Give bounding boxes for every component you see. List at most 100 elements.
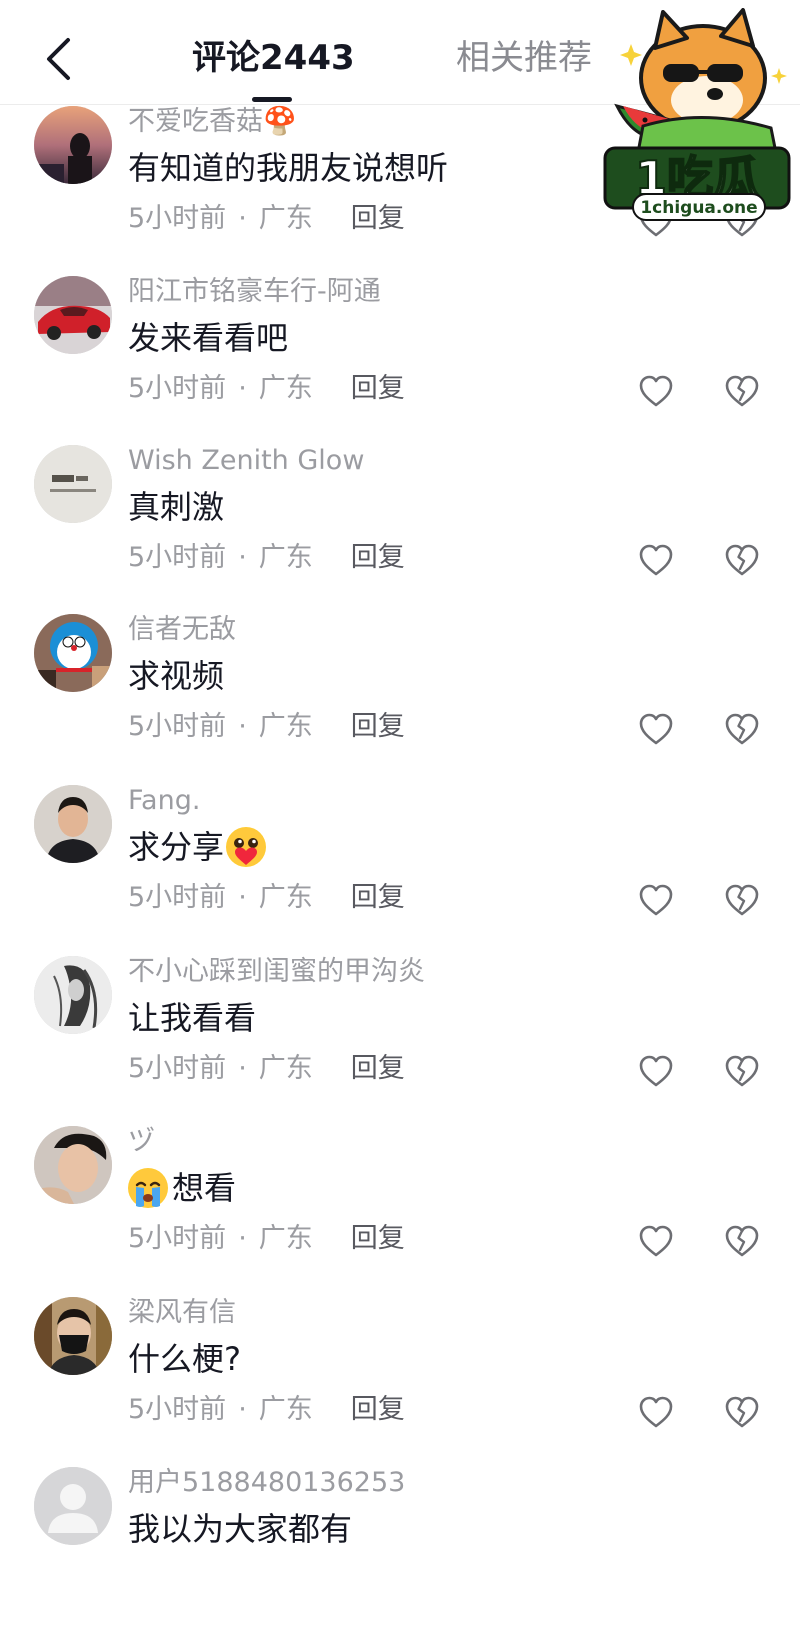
avatar[interactable] [34,956,112,1034]
comment-meta: 5小时前 · 广东 回复 [128,707,405,747]
comment-username[interactable]: 不小心踩到闺蜜的甲沟炎 [128,953,425,991]
reply-button[interactable]: 回复 [351,199,405,239]
avatar[interactable] [34,276,112,354]
comment-text: 有知道的我朋友说想听 [128,149,449,187]
comment-username[interactable]: 不爱吃香菇🍄 [128,103,297,141]
broken-heart-icon[interactable] [722,1392,762,1432]
comment-location: 广东 [258,1394,313,1425]
watermark-logo: 1吃瓜 1chigua.one [603,8,793,228]
reply-button[interactable]: 回复 [351,369,405,409]
comment-meta: 5小时前 · 广东 回复 [128,1049,405,1089]
comment-location: 广东 [258,882,313,913]
comment-list: 不爱吃香菇🍄 有知道的我朋友说想听 5小时前 · 广东 回复 阳江市铭豪车行-阿… [0,0,800,1548]
watermark-url-text: 1chigua.one [640,198,757,218]
avatar[interactable] [34,614,112,692]
comment-item: 用户5188480136253 我以为大家都有 [0,1464,800,1634]
comment-time: 5小时前 [128,373,227,404]
meta-separator: · [238,373,247,404]
reply-button[interactable]: 回复 [351,1049,405,1089]
avatar[interactable] [34,106,112,184]
meta-separator: · [238,1053,247,1084]
heart-outline-icon[interactable] [636,371,676,411]
heart-outline-icon[interactable] [636,1051,676,1091]
tab-related[interactable]: 相关推荐 [456,34,592,82]
comment-location: 广东 [258,711,313,742]
comment-text: 我以为大家都有 [128,1510,353,1548]
comment-username[interactable]: 用户5188480136253 [128,1464,405,1502]
avatar[interactable] [34,1467,112,1545]
comment-username[interactable]: 阳江市铭豪车行-阿通 [128,273,381,311]
reply-button[interactable]: 回复 [351,878,405,918]
heart-outline-icon[interactable] [636,709,676,749]
avatar[interactable] [34,445,112,523]
reply-button[interactable]: 回复 [351,1390,405,1430]
comment-username[interactable]: Wish Zenith Glow [128,442,364,480]
meta-separator: · [238,1223,247,1254]
reply-button[interactable]: 回复 [351,707,405,747]
avatar[interactable] [34,785,112,863]
meta-separator: · [238,1394,247,1425]
active-tab-indicator [252,97,292,102]
comment-meta: 5小时前 · 广东 回复 [128,1390,405,1430]
heart-outline-icon[interactable] [636,1221,676,1261]
chevron-left-icon[interactable] [38,36,78,82]
tab-comments[interactable]: 评论2443 [192,34,355,82]
reply-button[interactable]: 回复 [351,538,405,578]
meta-separator: · [238,542,247,573]
comment-location: 广东 [258,203,313,234]
comment-item: 信者无敌 求视频 5小时前 · 广东 回复 [0,611,800,781]
comment-item: Wish Zenith Glow 真刺激 5小时前 · 广东 回复 [0,442,800,612]
comment-meta: 5小时前 · 广东 回复 [128,199,405,239]
comment-text: 真刺激 [128,488,225,526]
meta-separator: · [238,882,247,913]
comment-time: 5小时前 [128,711,227,742]
comment-item: 阳江市铭豪车行-阿通 发来看看吧 5小时前 · 广东 回复 [0,273,800,443]
heart-outline-icon[interactable] [636,1392,676,1432]
comment-meta: 5小时前 · 广东 回复 [128,878,405,918]
comment-item: Fang. 求分享 5小时前 · 广东 回复 [0,782,800,952]
comment-time: 5小时前 [128,1223,227,1254]
broken-heart-icon[interactable] [722,880,762,920]
comment-username[interactable]: 梁风有信 [128,1294,236,1332]
comment-meta: 5小时前 · 广东 回复 [128,369,405,409]
comment-time: 5小时前 [128,1394,227,1425]
comment-time: 5小时前 [128,882,227,913]
avatar[interactable] [34,1297,112,1375]
avatar[interactable] [34,1126,112,1204]
comment-text: 想看 [128,1165,236,1211]
pleading-heart-emoji-icon [226,827,267,867]
comment-location: 广东 [258,1053,313,1084]
comment-location: 广东 [258,542,313,573]
comment-text: 求视频 [128,657,225,695]
comment-username[interactable]: 信者无敌 [128,611,236,649]
comment-username[interactable]: Fang. [128,782,200,820]
comment-text: 什么梗? [128,1340,241,1378]
comment-username[interactable]: ヅ [128,1123,155,1161]
comment-meta: 5小时前 · 广东 回复 [128,538,405,578]
comment-location: 广东 [258,1223,313,1254]
comment-location: 广东 [258,373,313,404]
broken-heart-icon[interactable] [722,540,762,580]
comment-text-content: 求分享 [128,828,225,866]
comment-time: 5小时前 [128,542,227,573]
broken-heart-icon[interactable] [722,1051,762,1091]
broken-heart-icon[interactable] [722,709,762,749]
broken-heart-icon[interactable] [722,1221,762,1261]
comment-time: 5小时前 [128,203,227,234]
comment-text: 求分享 [128,824,267,870]
comment-meta: 5小时前 · 广东 回复 [128,1219,405,1259]
comment-time: 5小时前 [128,1053,227,1084]
comment-text: 发来看看吧 [128,319,289,357]
crying-face-emoji-icon [128,1168,168,1208]
meta-separator: · [238,711,247,742]
comment-item: ヅ 想看 5小时前 · 广东 回复 [0,1123,800,1293]
comment-text-content: 想看 [172,1169,237,1207]
heart-outline-icon[interactable] [636,540,676,580]
reply-button[interactable]: 回复 [351,1219,405,1259]
comment-item: 不小心踩到闺蜜的甲沟炎 让我看看 5小时前 · 广东 回复 [0,953,800,1123]
broken-heart-icon[interactable] [722,371,762,411]
comment-item: 梁风有信 什么梗? 5小时前 · 广东 回复 [0,1294,800,1464]
comment-text: 让我看看 [128,999,257,1037]
heart-outline-icon[interactable] [636,880,676,920]
meta-separator: · [238,203,247,234]
